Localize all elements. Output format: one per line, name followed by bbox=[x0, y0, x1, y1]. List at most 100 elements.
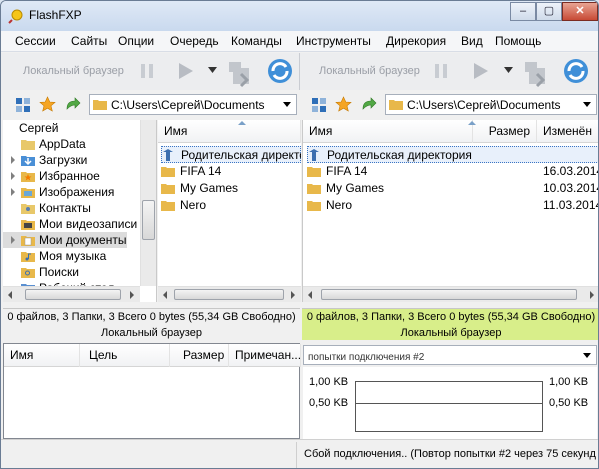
menu-view[interactable]: Вид bbox=[461, 34, 483, 48]
list-item-parent[interactable]: Родительская директория bbox=[161, 146, 301, 163]
right-favorites-star-icon[interactable] bbox=[335, 96, 352, 113]
right-play-icon[interactable] bbox=[470, 61, 490, 81]
queue-column-target[interactable]: Цель bbox=[80, 344, 170, 367]
scroll-thumb[interactable] bbox=[174, 289, 284, 300]
tree-vertical-scrollbar[interactable] bbox=[140, 120, 156, 286]
tree-horizontal-scrollbar[interactable] bbox=[3, 286, 140, 302]
menu-commands[interactable]: Команды bbox=[231, 34, 282, 48]
graph-label-top-left: 1,00 KB bbox=[309, 376, 349, 388]
modified-date: 16.03.2014 bbox=[543, 164, 599, 178]
left-favorites-star-icon[interactable] bbox=[39, 96, 56, 113]
right-column-name[interactable]: Имя bbox=[303, 120, 473, 143]
left-toolbar-label[interactable]: Локальный браузер bbox=[23, 65, 124, 77]
right-connect-icon[interactable] bbox=[521, 56, 553, 88]
right-refresh-icon[interactable] bbox=[562, 57, 590, 85]
right-pause-icon[interactable] bbox=[432, 62, 450, 80]
scroll-right-icon[interactable] bbox=[590, 291, 594, 299]
right-toolbar-label[interactable]: Локальный браузер bbox=[319, 65, 420, 77]
right-parent-dir-icon[interactable] bbox=[360, 96, 377, 113]
left-address-bar: C:\Users\Сергей\Documents bbox=[1, 91, 301, 119]
scroll-left-icon[interactable] bbox=[8, 291, 12, 299]
menu-directory[interactable]: Дирекория bbox=[386, 34, 446, 48]
menu-queue[interactable]: Очередь bbox=[170, 34, 219, 48]
left-site-manager-icon[interactable] bbox=[15, 97, 31, 113]
left-column-name[interactable]: Имя bbox=[158, 120, 301, 143]
list-item[interactable]: My Games 10.03.2014 bbox=[307, 180, 598, 197]
menu-sites[interactable]: Сайты bbox=[71, 34, 107, 48]
list-item[interactable]: My Games bbox=[161, 180, 301, 197]
left-play-icon[interactable] bbox=[175, 61, 195, 81]
menu-options[interactable]: Опции bbox=[118, 34, 154, 48]
tree-item-selected[interactable]: Мои документы bbox=[3, 232, 127, 248]
menu-tools[interactable]: Инструменты bbox=[296, 34, 371, 48]
expand-icon[interactable] bbox=[11, 172, 15, 180]
list-item[interactable]: Nero bbox=[161, 197, 301, 214]
left-browser-label: Локальный браузер bbox=[101, 327, 202, 339]
tree-item[interactable]: Моя музыка bbox=[3, 248, 143, 264]
right-path-combobox[interactable]: C:\Users\Сергей\Documents bbox=[385, 94, 597, 115]
expand-icon[interactable] bbox=[11, 236, 15, 244]
expand-icon[interactable] bbox=[11, 188, 15, 196]
left-summary-text: 0 файлов, 3 Папки, 3 Всего 0 bytes (55,3… bbox=[7, 311, 296, 323]
menu-help[interactable]: Помощь bbox=[495, 34, 541, 48]
queue-column-note[interactable]: Примечан... bbox=[229, 344, 301, 367]
right-site-manager-icon[interactable] bbox=[311, 97, 327, 113]
transfer-speed-graph: 1,00 KB 0,50 KB 1,00 KB 0,50 KB bbox=[303, 367, 597, 439]
left-path-combobox[interactable]: C:\Users\Сергей\Documents bbox=[89, 94, 297, 115]
tree-item[interactable]: AppData bbox=[3, 136, 143, 152]
right-play-dropdown-icon[interactable] bbox=[504, 67, 513, 73]
parent-directory-icon bbox=[163, 149, 173, 161]
scroll-right-icon[interactable] bbox=[291, 291, 295, 299]
queue-column-name[interactable]: Имя bbox=[4, 344, 80, 367]
expand-icon[interactable] bbox=[11, 156, 15, 164]
scroll-thumb[interactable] bbox=[321, 289, 577, 300]
modified-date: 11.03.2014 bbox=[543, 198, 599, 212]
left-status-panel: 0 файлов, 3 Папки, 3 Всего 0 bytes (55,3… bbox=[3, 308, 300, 340]
app-window: FlashFXP – ▢ ✕ Сессии Сайты Опции Очеред… bbox=[0, 0, 599, 469]
maximize-button[interactable]: ▢ bbox=[536, 2, 562, 21]
menu-sessions[interactable]: Сессии bbox=[15, 34, 56, 48]
scroll-thumb[interactable] bbox=[142, 200, 155, 240]
scroll-left-icon[interactable] bbox=[163, 291, 167, 299]
close-button[interactable]: ✕ bbox=[562, 2, 598, 21]
downloads-folder-icon bbox=[21, 156, 35, 166]
left-list-horizontal-scrollbar[interactable] bbox=[158, 286, 301, 302]
left-parent-dir-icon[interactable] bbox=[64, 96, 81, 113]
right-address-bar: C:\Users\Сергей\Documents bbox=[302, 91, 598, 119]
left-path-text: C:\Users\Сергей\Documents bbox=[111, 98, 265, 112]
minimize-button[interactable]: – bbox=[510, 2, 536, 21]
chevron-down-icon[interactable] bbox=[583, 102, 591, 107]
left-refresh-icon[interactable] bbox=[266, 57, 294, 85]
left-pause-icon[interactable] bbox=[138, 62, 156, 80]
folder-icon bbox=[93, 100, 107, 110]
right-list-horizontal-scrollbar[interactable] bbox=[303, 286, 598, 302]
tree-item[interactable]: Сергей bbox=[3, 120, 143, 136]
list-item-parent[interactable]: Родительская директория bbox=[307, 146, 598, 163]
left-folder-tree: Сергей AppData Загрузки Избранное Изобра… bbox=[3, 120, 157, 302]
list-item[interactable]: Nero 11.03.2014 bbox=[307, 197, 599, 214]
parent-directory-icon bbox=[309, 149, 319, 161]
tree-item[interactable]: Изображения bbox=[3, 184, 143, 200]
tree-item[interactable]: Избранное bbox=[3, 168, 143, 184]
right-column-size[interactable]: Размер bbox=[473, 120, 537, 143]
tree-item[interactable]: Контакты bbox=[3, 200, 143, 216]
left-list-header: Имя bbox=[158, 120, 301, 143]
list-item[interactable]: FIFA 14 bbox=[161, 163, 301, 180]
scroll-thumb[interactable] bbox=[25, 289, 121, 300]
list-item[interactable]: FIFA 14 16.03.2014 bbox=[307, 163, 599, 180]
folder-icon bbox=[389, 100, 403, 110]
right-column-modified[interactable]: Изменён bbox=[537, 120, 598, 143]
left-play-dropdown-icon[interactable] bbox=[208, 67, 217, 73]
chevron-down-icon[interactable] bbox=[283, 102, 291, 107]
flashfxp-logo-icon bbox=[8, 9, 23, 24]
scroll-left-icon[interactable] bbox=[308, 291, 312, 299]
scroll-right-icon[interactable] bbox=[130, 291, 134, 299]
tree-item[interactable]: Поиски bbox=[3, 264, 143, 280]
connection-log-combobox[interactable]: попытки подключения #2 bbox=[303, 345, 597, 365]
tree-item[interactable]: Мои видеозаписи bbox=[3, 216, 143, 232]
folder-icon bbox=[161, 184, 175, 194]
tree-item[interactable]: Загрузки bbox=[3, 152, 143, 168]
chevron-down-icon[interactable] bbox=[583, 353, 591, 358]
queue-column-size[interactable]: Размер bbox=[170, 344, 229, 367]
left-connect-icon[interactable] bbox=[225, 56, 257, 88]
